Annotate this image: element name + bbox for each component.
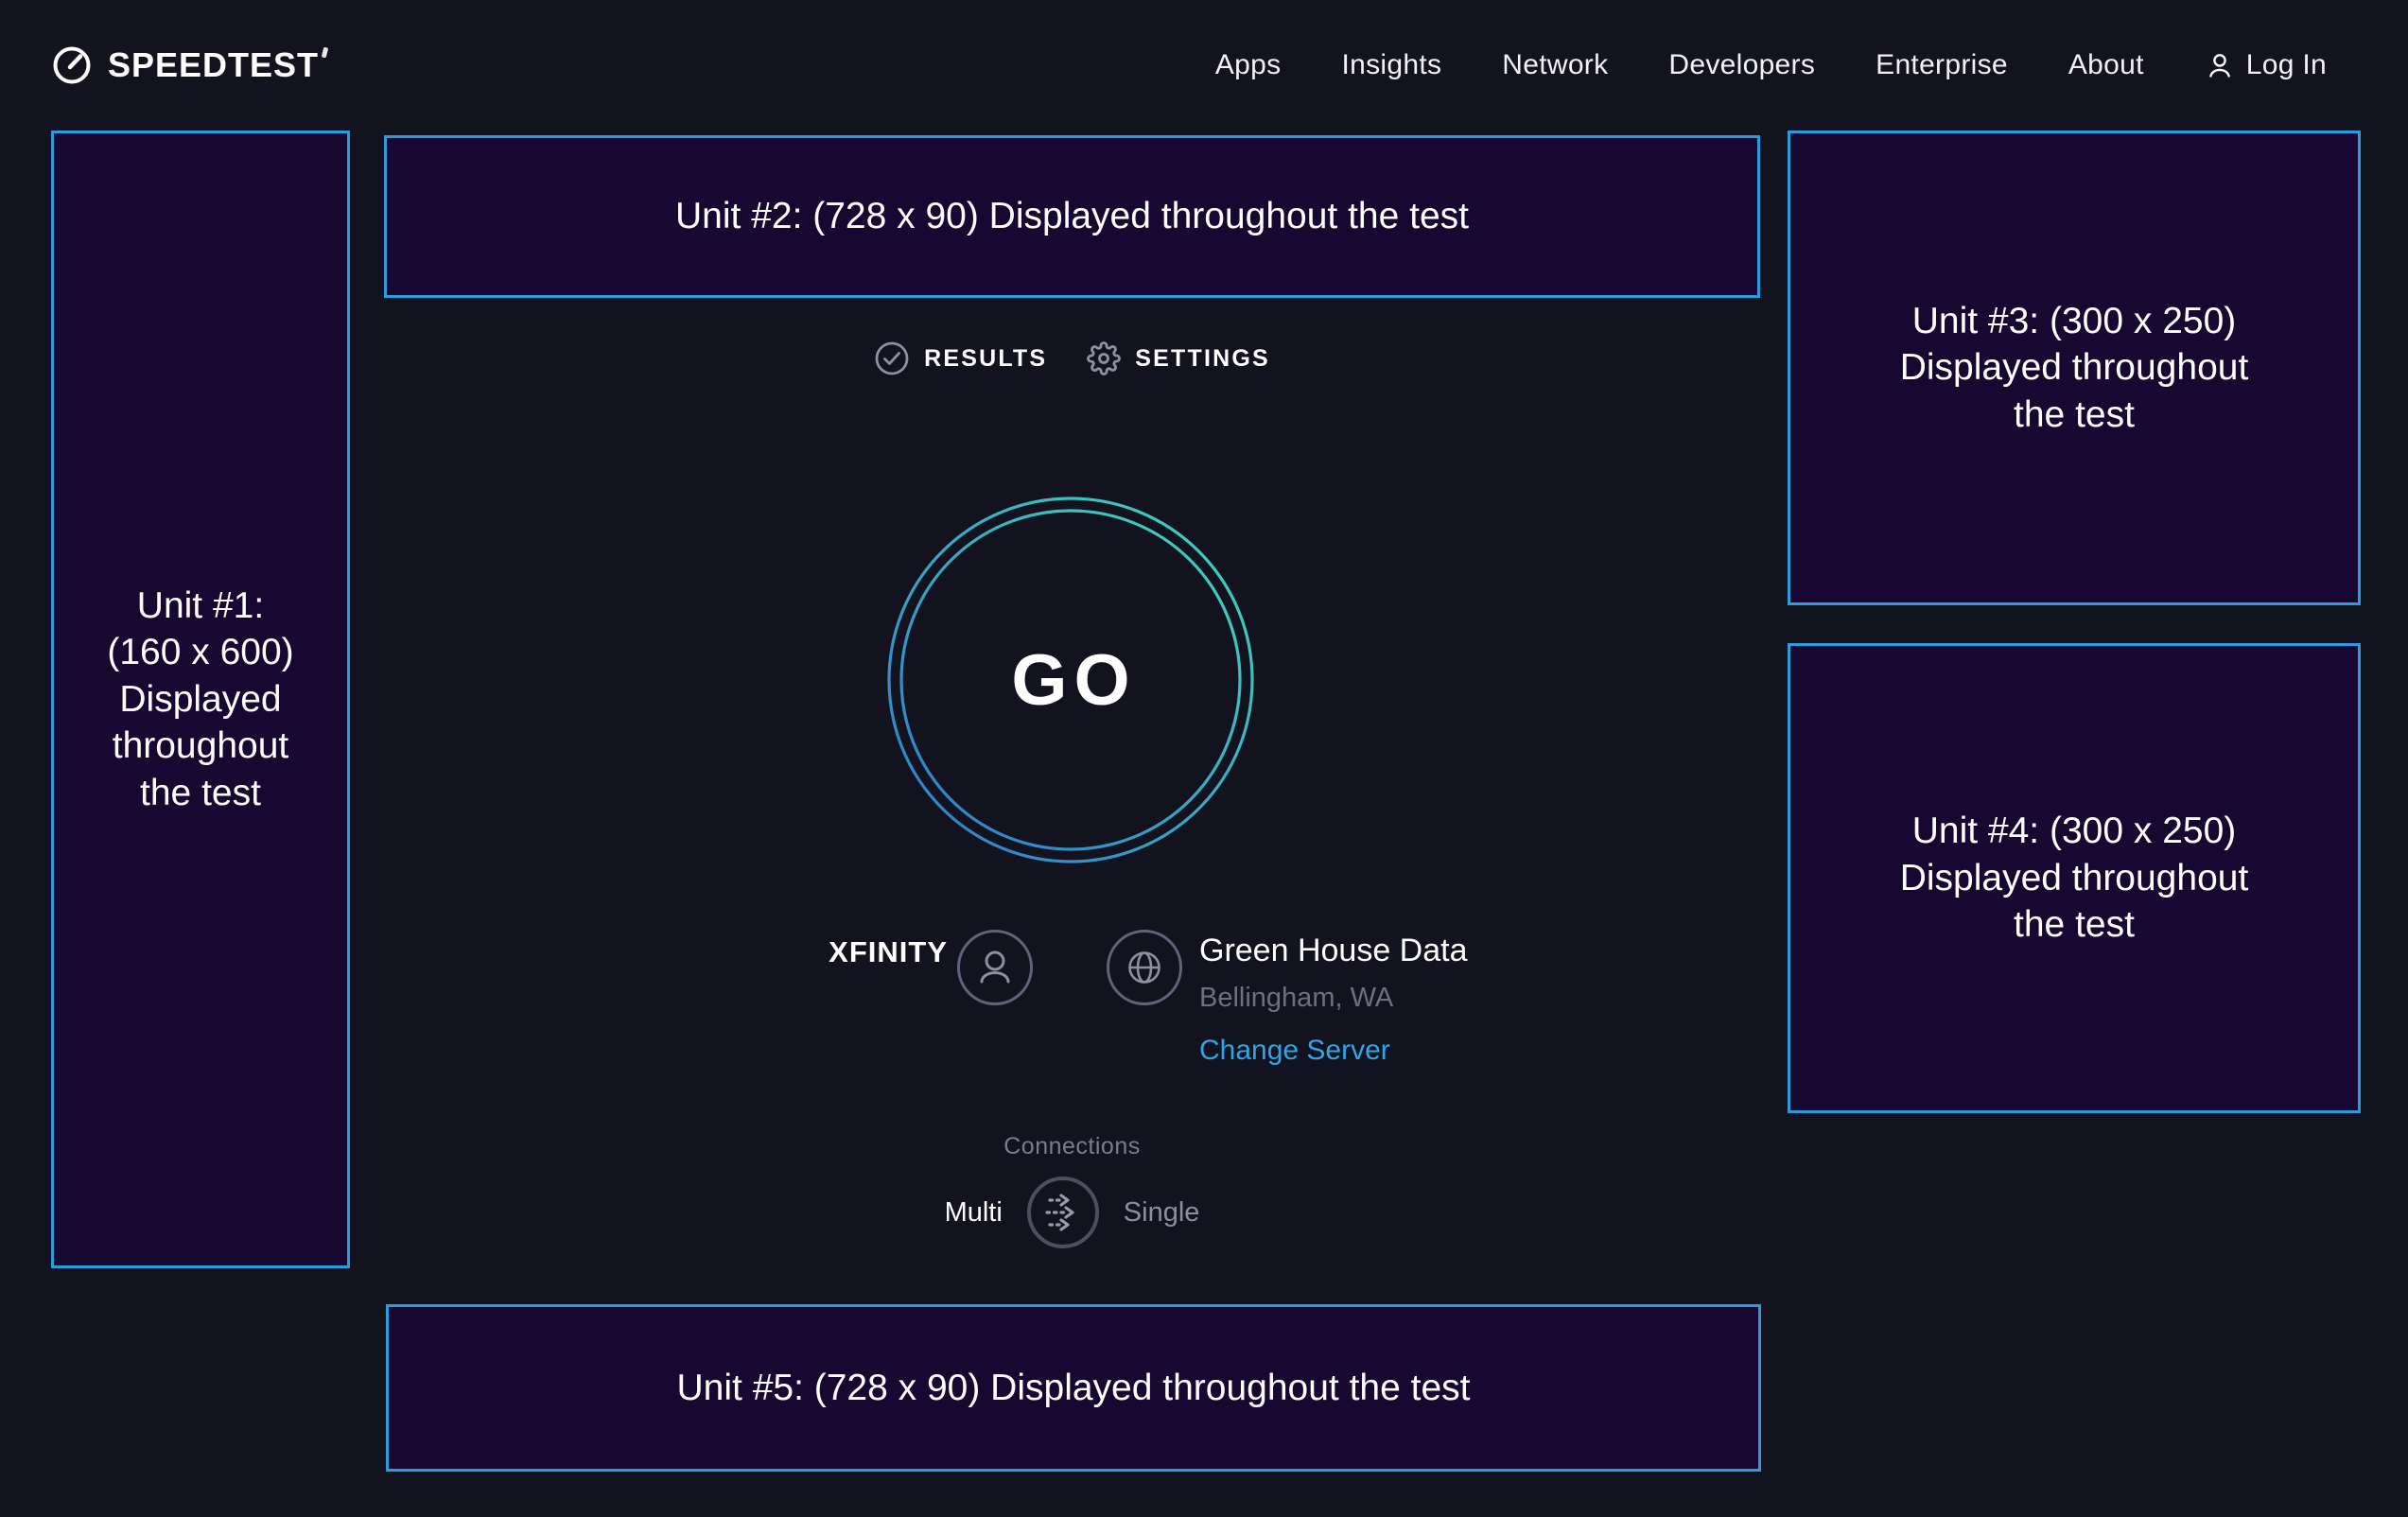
logo[interactable]: SPEEDTEST bbox=[51, 44, 327, 86]
ad-unit-3-label: Unit #3: (300 x 250) Displayed throughou… bbox=[1900, 298, 2249, 439]
server-location: Bellingham, WA bbox=[1199, 983, 1468, 1014]
tab-settings-label: SETTINGS bbox=[1135, 345, 1270, 373]
ad-unit-2-leaderboard[interactable]: Unit #2: (728 x 90) Displayed throughout… bbox=[384, 135, 1760, 298]
nav-item-about[interactable]: About bbox=[2068, 49, 2144, 81]
multi-connection-arrows-icon bbox=[1025, 1175, 1101, 1250]
ad-unit-2-label: Unit #2: (728 x 90) Displayed throughout… bbox=[675, 193, 1469, 240]
user-icon bbox=[2205, 50, 2235, 80]
nav-item-insights[interactable]: Insights bbox=[1341, 49, 1441, 81]
nav-item-developers[interactable]: Developers bbox=[1668, 49, 1815, 81]
tab-settings[interactable]: SETTINGS bbox=[1087, 341, 1270, 375]
ad-unit-5-leaderboard[interactable]: Unit #5: (728 x 90) Displayed throughout… bbox=[386, 1304, 1761, 1472]
gear-icon bbox=[1087, 341, 1121, 375]
tab-results[interactable]: RESULTS bbox=[874, 340, 1047, 376]
connections-row: Multi Single bbox=[384, 1175, 1760, 1250]
check-circle-icon bbox=[874, 340, 910, 376]
logo-trademark-icon bbox=[322, 47, 329, 59]
server-info: Green House Data Bellingham, WA Change S… bbox=[1199, 931, 1468, 1067]
main-nav: Apps Insights Network Developers Enterpr… bbox=[1215, 49, 2327, 81]
nav-item-network[interactable]: Network bbox=[1502, 49, 1608, 81]
connections-label: Connections bbox=[384, 1133, 1760, 1160]
speedtest-page: SPEEDTEST Apps Insights Network Develope… bbox=[0, 0, 2408, 1517]
tabs-bar: RESULTS SETTINGS bbox=[384, 340, 1760, 376]
connections-toggle[interactable] bbox=[1025, 1175, 1101, 1250]
change-server-link[interactable]: Change Server bbox=[1199, 1035, 1468, 1067]
go-button-label: GO bbox=[886, 496, 1255, 864]
connections-multi-option[interactable]: Multi bbox=[945, 1197, 1003, 1229]
isp-ip-redacted bbox=[741, 994, 947, 1022]
ad-unit-1-label: Unit #1: (160 x 600) Displayed throughou… bbox=[107, 583, 293, 817]
nav-item-enterprise[interactable]: Enterprise bbox=[1876, 49, 2008, 81]
ad-unit-5-label: Unit #5: (728 x 90) Displayed throughout… bbox=[677, 1365, 1471, 1412]
go-button[interactable]: GO bbox=[886, 496, 1255, 864]
connections-single-option[interactable]: Single bbox=[1124, 1197, 1200, 1229]
login-label: Log In bbox=[2246, 49, 2327, 81]
ad-unit-3-rectangle[interactable]: Unit #3: (300 x 250) Displayed throughou… bbox=[1788, 131, 2361, 605]
tab-results-label: RESULTS bbox=[924, 345, 1047, 373]
nav-item-apps[interactable]: Apps bbox=[1215, 49, 1282, 81]
header: SPEEDTEST Apps Insights Network Develope… bbox=[0, 0, 2408, 131]
isp-user-circle-icon bbox=[956, 929, 1034, 1006]
speedometer-gauge-icon bbox=[51, 44, 93, 86]
ad-unit-1-skyscraper[interactable]: Unit #1: (160 x 600) Displayed throughou… bbox=[51, 131, 350, 1268]
logo-text: SPEEDTEST bbox=[108, 45, 319, 85]
ad-unit-4-rectangle[interactable]: Unit #4: (300 x 250) Displayed throughou… bbox=[1788, 643, 2361, 1113]
server-name: Green House Data bbox=[1199, 931, 1468, 970]
isp-name: XFINITY bbox=[664, 935, 948, 969]
server-globe-icon bbox=[1106, 929, 1183, 1006]
login-button[interactable]: Log In bbox=[2205, 49, 2327, 81]
ad-unit-4-label: Unit #4: (300 x 250) Displayed throughou… bbox=[1900, 808, 2249, 949]
